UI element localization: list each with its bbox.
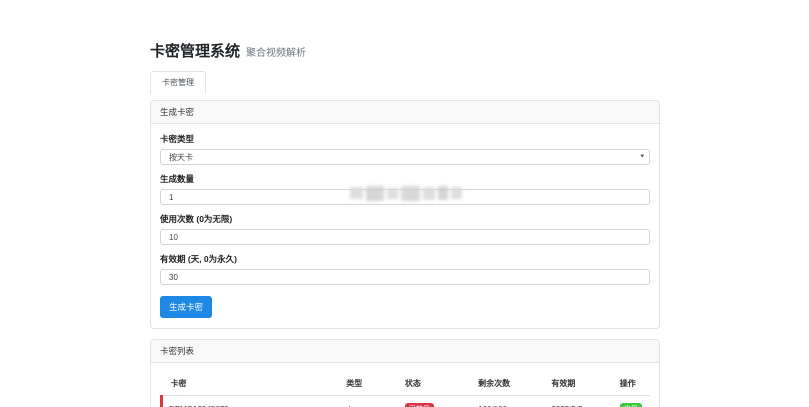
field-quantity: 生成数量 [160,173,650,205]
card-key-table: 卡密 类型 状态 剩余次数 有效期 操作 DEMO12345678 demo 已… [160,372,650,407]
page-header: 卡密管理系统 聚合视频解析 [150,40,660,61]
quantity-label: 生成数量 [160,174,195,184]
header-card-key: 卡密 [161,372,343,396]
page-title: 卡密管理系统 [150,43,241,60]
generate-panel: 生成卡密 卡密类型 按天卡 ▾ 生成数量 使用次数 (0为无限) [150,100,660,329]
status-badge: 已禁用 [404,403,434,407]
card-type-label: 卡密类型 [160,134,195,144]
table-row: DEMO12345678 demo 已禁用 100/100 2025/5/2 启… [160,395,650,407]
header-status: 状态 [400,372,475,396]
field-card-type: 卡密类型 按天卡 ▾ [160,133,650,165]
card-type-cell: demo [342,395,401,407]
expiry-cell: 2025/5/2 [547,395,616,407]
generate-button[interactable]: 生成卡密 [160,296,213,318]
header-type: 类型 [342,372,401,396]
list-panel-title: 卡密列表 [151,340,659,363]
field-validity: 有效期 (天, 0为永久) [160,253,650,285]
page-container: 卡密管理系统 聚合视频解析 卡密管理 生成卡密 卡密类型 按天卡 ▾ 生成数量 [150,0,660,407]
header-expiry: 有效期 [547,372,616,396]
header-action: 操作 [615,372,650,396]
list-panel: 卡密列表 卡密 类型 状态 剩余次数 有效期 操作 DEMO12345678 [150,339,660,407]
remaining-cell: 100/100 [474,395,548,407]
table-header-row: 卡密 类型 状态 剩余次数 有效期 操作 [161,372,650,396]
generate-panel-body: 卡密类型 按天卡 ▾ 生成数量 使用次数 (0为无限) 有效期 (天, 0为永久… [151,124,659,328]
card-key-cell: DEMO12345678 [160,395,343,407]
uses-input[interactable] [160,229,650,245]
list-panel-body: 卡密 类型 状态 剩余次数 有效期 操作 DEMO12345678 demo 已… [151,363,659,407]
tab-bar: 卡密管理 [150,71,660,94]
status-cell: 已禁用 [400,395,475,407]
validity-input[interactable] [160,269,650,285]
field-uses: 使用次数 (0为无限) [160,213,650,245]
validity-label: 有效期 (天, 0为永久) [160,254,237,264]
enable-button[interactable]: 启用 [619,403,642,407]
generate-panel-title: 生成卡密 [151,101,659,124]
page-subtitle: 聚合视频解析 [246,48,307,59]
action-cell: 启用 [615,395,650,407]
quantity-input[interactable] [160,189,650,205]
tab-card-management[interactable]: 卡密管理 [150,71,206,94]
uses-label: 使用次数 (0为无限) [160,214,233,224]
card-type-select[interactable]: 按天卡 [160,149,650,165]
header-remaining: 剩余次数 [474,372,548,396]
